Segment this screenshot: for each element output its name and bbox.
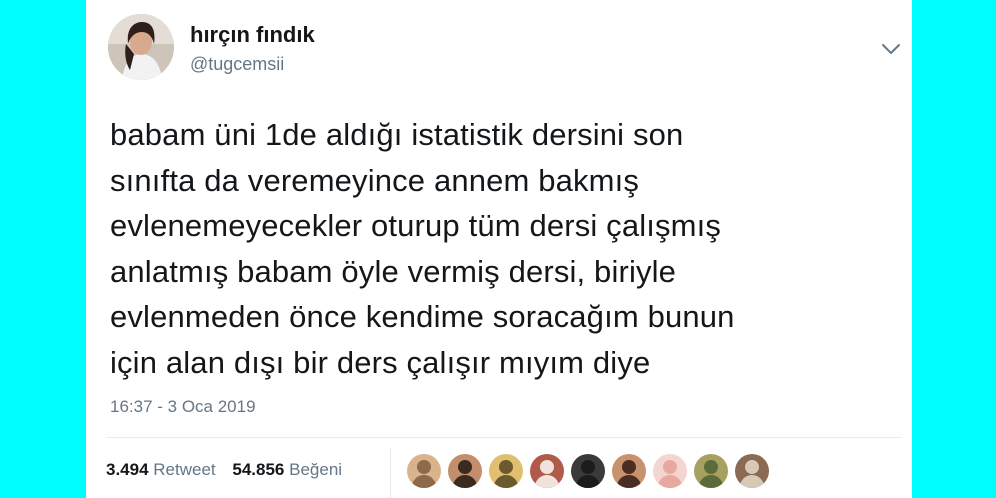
like-label: Beğeni	[289, 460, 343, 479]
display-name[interactable]: hırçın fındık	[190, 22, 315, 48]
user-handle[interactable]: @tugcemsii	[190, 54, 284, 75]
tweet-text: babam üni 1de aldığı istatistik dersini …	[110, 117, 735, 380]
stats-separator	[390, 448, 391, 498]
chevron-down-icon[interactable]	[880, 38, 902, 60]
retweet-label: Retweet	[153, 460, 216, 479]
divider	[106, 437, 902, 438]
liker-avatar[interactable]	[488, 453, 524, 489]
like-stat[interactable]: 54.856 Beğeni	[232, 460, 342, 479]
liker-avatar[interactable]	[652, 453, 688, 489]
profile-photo-icon	[108, 14, 174, 80]
avatar[interactable]	[108, 14, 174, 80]
tweet-stats: 3.494 Retweet 54.856 Beğeni	[106, 460, 354, 480]
retweet-stat[interactable]: 3.494 Retweet	[106, 460, 220, 479]
retweet-count: 3.494	[106, 460, 149, 479]
liker-avatar[interactable]	[734, 453, 770, 489]
liker-avatar[interactable]	[406, 453, 442, 489]
liker-avatar[interactable]	[611, 453, 647, 489]
like-count: 54.856	[232, 460, 285, 479]
tweet-timestamp[interactable]: 16:37 - 3 Oca 2019	[110, 397, 256, 417]
tweet-card: hırçın fındık @tugcemsii babam üni 1de a…	[86, 0, 912, 498]
liker-avatar[interactable]	[447, 453, 483, 489]
liker-avatar[interactable]	[570, 453, 606, 489]
liker-avatar[interactable]	[693, 453, 729, 489]
liker-avatar[interactable]	[529, 453, 565, 489]
